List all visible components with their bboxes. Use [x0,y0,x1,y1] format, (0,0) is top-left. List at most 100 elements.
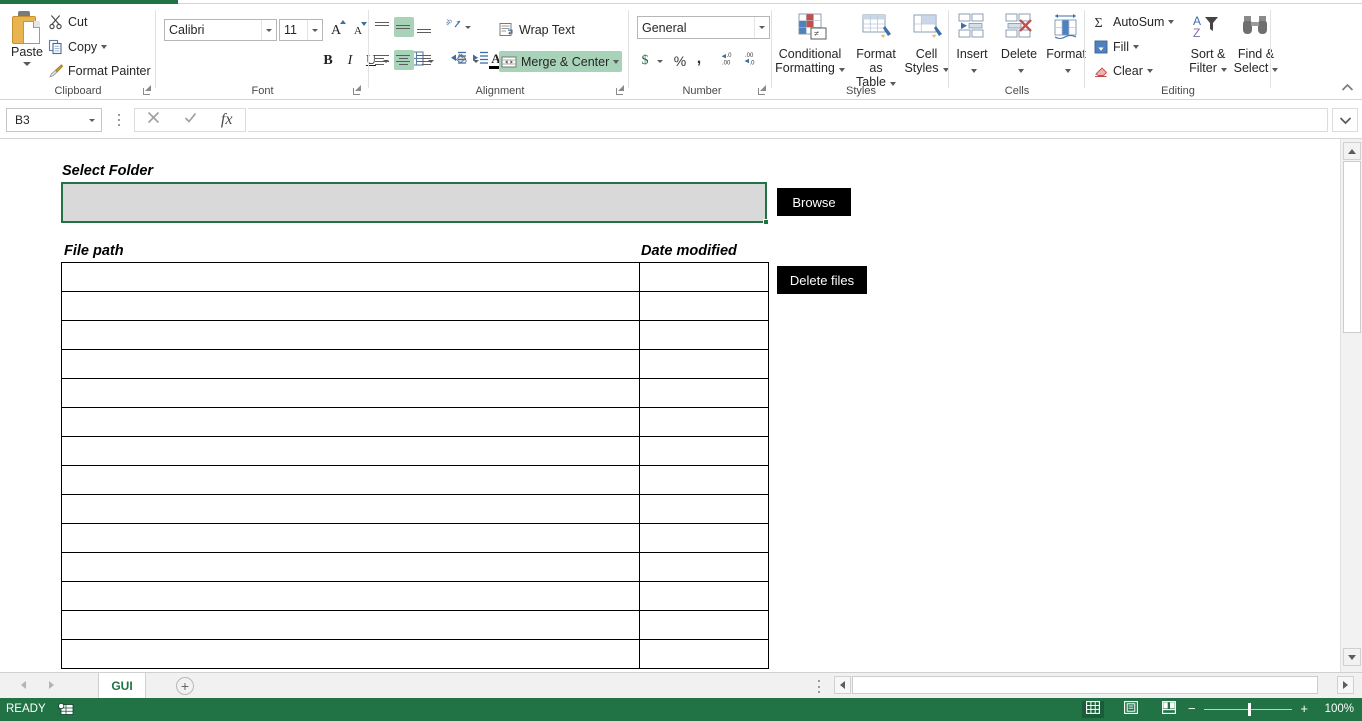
font-size-dropdown-icon[interactable] [307,20,322,40]
cell-date-modified[interactable] [639,262,769,292]
sort-filter-button[interactable]: A Z Sort & Filter [1185,10,1231,75]
cell-date-modified[interactable] [639,349,769,379]
zoom-knob[interactable] [1248,703,1251,716]
browse-button[interactable]: Browse [777,188,851,216]
fx-icon[interactable]: fx [208,111,245,129]
format-painter-button[interactable]: Format Painter [48,61,151,81]
cell-file-path[interactable] [61,610,640,640]
format-cells-button[interactable]: Format [1043,10,1089,76]
align-top-button[interactable] [373,17,393,37]
increase-decimal-button[interactable]: .00 .0 [742,50,764,72]
next-sheet-button[interactable] [46,679,56,691]
name-box-dropdown-icon[interactable] [83,118,101,122]
chevron-down-icon[interactable] [1272,68,1279,72]
alignment-dialog-launcher[interactable] [615,84,627,96]
bold-button[interactable]: B [318,50,338,72]
font-dialog-launcher[interactable] [352,84,364,96]
name-box[interactable]: B3 [6,108,102,132]
cell-file-path[interactable] [61,320,640,350]
table-row[interactable] [61,465,769,495]
merge-center-caret-icon[interactable] [613,59,620,64]
autosum-button[interactable]: Σ AutoSum [1093,12,1175,32]
paste-caret-icon[interactable] [23,62,31,66]
decrease-indent-button[interactable] [447,50,469,70]
cell-date-modified[interactable] [639,552,769,582]
cell-date-modified[interactable] [639,465,769,495]
increase-indent-button[interactable] [469,50,491,70]
table-row[interactable] [61,610,769,640]
table-row[interactable] [61,436,769,466]
cell-date-modified[interactable] [639,581,769,611]
paste-button[interactable]: Paste [6,8,48,84]
number-dialog-launcher[interactable] [757,84,769,96]
fill-handle[interactable] [763,219,769,225]
expand-formula-bar-button[interactable] [1332,108,1358,132]
cut-button[interactable]: Cut [48,12,87,32]
cell-file-path[interactable] [61,436,640,466]
font-size-combo[interactable]: 11 [279,19,323,41]
align-center-button[interactable] [394,50,414,70]
clear-caret-icon[interactable] [1146,69,1153,73]
accounting-format-button[interactable]: $ [637,50,653,72]
cell-date-modified[interactable] [639,436,769,466]
delete-files-button[interactable]: Delete files [777,266,867,294]
decrease-decimal-button[interactable]: .0 .00 [719,50,741,72]
cell-date-modified[interactable] [639,291,769,321]
table-row[interactable] [61,349,769,379]
clear-button[interactable]: Clear [1093,61,1153,81]
horizontal-scrollbar[interactable] [834,676,1354,694]
tab-split-handle[interactable] [817,680,820,693]
table-row[interactable] [61,552,769,582]
chevron-down-icon[interactable] [464,25,471,29]
delete-cells-button[interactable]: Delete [996,10,1042,76]
scroll-left-button[interactable] [834,676,851,694]
cell-date-modified[interactable] [639,494,769,524]
horizontal-scroll-thumb[interactable] [852,676,1318,694]
check-icon[interactable] [172,110,209,130]
cell-file-path[interactable] [61,262,640,292]
align-bottom-button[interactable] [415,17,435,37]
previous-sheet-button[interactable] [18,679,28,691]
page-layout-view-button[interactable] [1120,700,1142,718]
autosum-caret-icon[interactable] [1168,20,1175,24]
cell-file-path[interactable] [61,465,640,495]
table-row[interactable] [61,407,769,437]
scroll-up-button[interactable] [1343,142,1361,160]
zoom-level-label[interactable]: 100% [1325,703,1354,715]
insert-cells-button[interactable]: Insert [949,10,995,76]
table-row[interactable] [61,291,769,321]
zoom-in-button[interactable]: + [1300,702,1308,716]
folder-path-cell[interactable] [61,182,767,223]
decrease-font-size-button[interactable]: A [348,19,368,41]
cell-file-path[interactable] [61,523,640,553]
page-break-view-button[interactable] [1158,700,1180,718]
copy-caret-icon[interactable] [101,45,108,49]
table-row[interactable] [61,320,769,350]
chevron-down-icon[interactable] [1220,68,1227,72]
cell-date-modified[interactable] [639,378,769,408]
chevron-down-icon[interactable] [838,68,845,72]
cell-date-modified[interactable] [639,610,769,640]
align-left-button[interactable] [373,50,393,70]
vertical-scroll-thumb[interactable] [1343,161,1361,333]
clipboard-dialog-launcher[interactable] [142,84,154,96]
cell-file-path[interactable] [61,349,640,379]
cell-date-modified[interactable] [639,523,769,553]
number-format-dropdown-icon[interactable] [754,17,769,38]
align-right-button[interactable] [415,50,435,70]
find-select-button[interactable]: Find & Select [1232,10,1280,75]
fill-caret-icon[interactable] [1132,45,1139,49]
cell-styles-button[interactable]: Cell Styles [904,10,949,75]
table-row[interactable] [61,378,769,408]
conditional-formatting-button[interactable]: ≠ Conditional Formatting [773,10,847,75]
accounting-format-dropdown[interactable] [654,50,666,72]
cell-file-path[interactable] [61,378,640,408]
cancel-x-icon[interactable] [135,110,172,130]
scroll-down-button[interactable] [1343,648,1361,666]
italic-button[interactable]: I [340,50,360,72]
cell-file-path[interactable] [61,639,640,669]
table-row[interactable] [61,494,769,524]
increase-font-size-button[interactable]: A [326,19,347,41]
sheet-tab-gui[interactable]: GUI [98,673,146,699]
table-row[interactable] [61,581,769,611]
